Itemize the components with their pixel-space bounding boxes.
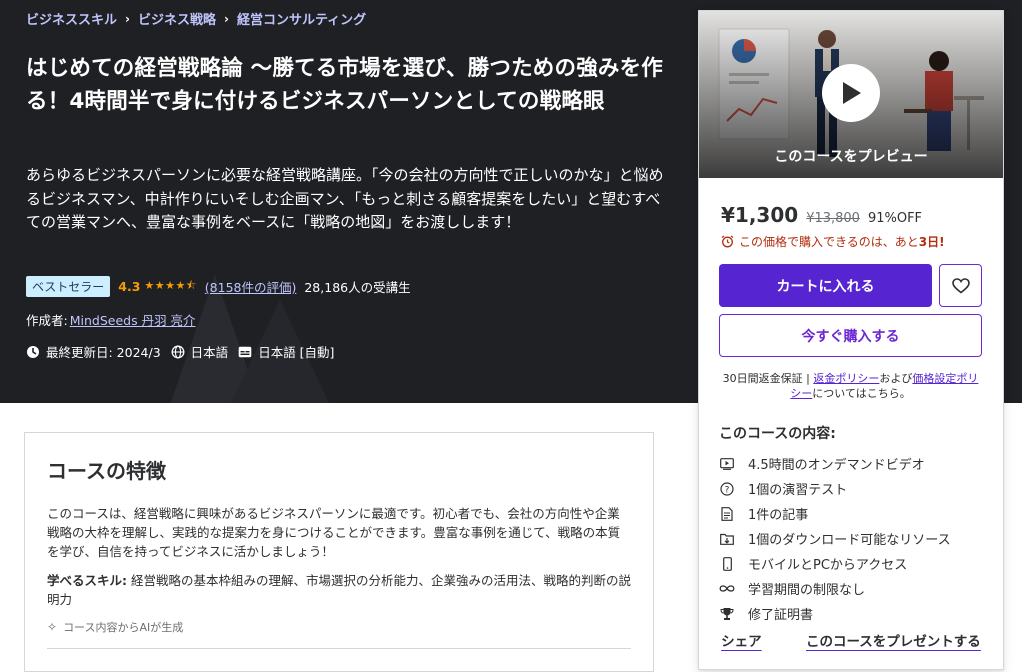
captions: 日本語 [自動] bbox=[238, 342, 334, 361]
list-item: ? 1個の演習テスト bbox=[719, 476, 951, 501]
course-title: はじめての経営戦略論 〜勝てる市場を選び、勝つための強みを作る！4時間半で身に付… bbox=[26, 56, 663, 114]
include-label: 修了証明書 bbox=[748, 608, 814, 623]
features-heading: コースの特徴 bbox=[47, 459, 166, 483]
trophy-icon bbox=[719, 606, 735, 622]
money-back-guarantee: 30日間返金保証 | 返金ポリシーおよび価格設定ポリシーについてはこちら。 bbox=[719, 371, 982, 401]
download-icon bbox=[719, 531, 735, 547]
skills-text: 経営戦略の基本枠組みの理解、市場選択の分析能力、企業強みの活用法、戦略的判断の説… bbox=[47, 573, 631, 607]
bestseller-badge: ベストセラー bbox=[26, 276, 111, 297]
refund-policy-link[interactable]: 返金ポリシー bbox=[813, 372, 879, 385]
guarantee-and-text: および bbox=[879, 372, 913, 385]
breadcrumb-item-business-strategy[interactable]: ビジネス戦略 bbox=[138, 9, 216, 28]
quiz-icon: ? bbox=[719, 481, 735, 497]
list-item: 1個のダウンロード可能なリソース bbox=[719, 526, 951, 551]
discount-percent: 91%OFF bbox=[867, 211, 923, 226]
timer-text: この価格で購入できるのは、あと bbox=[739, 235, 919, 249]
buy-now-button[interactable]: 今すぐ購入する bbox=[719, 314, 982, 357]
include-label: 1件の記事 bbox=[748, 508, 809, 523]
features-skills: 学べるスキル: 経営戦略の基本枠組みの理解、市場選択の分析能力、企業強みの活用法… bbox=[47, 571, 632, 609]
rating-row: ベストセラー 4.3 ★★★★⯪ (8158件の評価) 28,186人の受講生 bbox=[26, 276, 411, 297]
timer-days: 3日! bbox=[918, 235, 945, 249]
last-updated-text: 最終更新日: 2024/3 bbox=[46, 345, 161, 360]
include-label: モバイルとPCからアクセス bbox=[748, 558, 908, 573]
include-label: 学習期間の制限なし bbox=[748, 583, 866, 598]
rating-count-link[interactable]: (8158件の評価) bbox=[205, 277, 297, 296]
heart-icon bbox=[951, 277, 970, 294]
student-count: 28,186人の受講生 bbox=[304, 280, 411, 295]
author-row: 作成者: MindSeeds 丹羽 亮介 bbox=[26, 310, 196, 329]
skills-label: 学べるスキル: bbox=[47, 573, 127, 588]
globe-icon bbox=[171, 345, 185, 358]
list-item: 4.5時間のオンデマンドビデオ bbox=[719, 451, 951, 476]
current-price: ¥1,300 bbox=[721, 203, 799, 227]
author-label: 作成者: bbox=[26, 313, 68, 328]
price-row: ¥1,300 ¥13,800 91%OFF bbox=[721, 203, 922, 227]
add-to-cart-button[interactable]: カートに入れる bbox=[719, 264, 932, 307]
include-label: 4.5時間のオンデマンドビデオ bbox=[748, 458, 925, 473]
divider bbox=[47, 648, 631, 649]
infinity-icon bbox=[719, 581, 735, 597]
gift-course-button[interactable]: このコースをプレゼントする bbox=[806, 630, 981, 650]
alarm-clock-icon bbox=[721, 235, 734, 248]
chevron-right-icon: › bbox=[223, 11, 229, 26]
star-rating-icon: ★★★★⯪ bbox=[144, 279, 197, 292]
includes-heading: このコースの内容: bbox=[719, 426, 836, 442]
language-text: 日本語 bbox=[190, 345, 229, 360]
play-icon bbox=[843, 82, 861, 104]
guarantee-text: 30日間返金保証 | bbox=[722, 372, 814, 385]
svg-text:?: ? bbox=[725, 485, 730, 495]
includes-list: 4.5時間のオンデマンドビデオ ? 1個の演習テスト 1件の記事 1個のダウンロ… bbox=[719, 451, 951, 626]
ai-generated-note: ✧ コース内容からAIが生成 bbox=[47, 619, 631, 635]
price-timer: この価格で購入できるのは、あと 3日! bbox=[721, 233, 945, 250]
captions-text: 日本語 [自動] bbox=[258, 345, 335, 360]
closed-caption-icon bbox=[238, 346, 252, 357]
breadcrumb: ビジネススキル › ビジネス戦略 › 経営コンサルティング bbox=[26, 9, 366, 29]
share-button[interactable]: シェア bbox=[721, 630, 762, 650]
breadcrumb-item-management-consulting[interactable]: 経営コンサルティング bbox=[237, 9, 366, 28]
course-subtitle: あらゆるビジネスパーソンに必要な経営戦略講座。「今の会社の方向性で正しいのかな」… bbox=[26, 166, 664, 231]
list-item: 学習期間の制限なし bbox=[719, 576, 951, 601]
play-button[interactable] bbox=[822, 64, 880, 122]
chevron-right-icon: › bbox=[125, 11, 130, 26]
features-description: このコースは、経営戦略に興味があるビジネスパーソンに最適です。初心者でも、会社の… bbox=[47, 506, 621, 559]
card-footer-actions: シェア このコースをプレゼントする bbox=[699, 630, 1003, 650]
guarantee-suffix-text: についてはこちら。 bbox=[812, 387, 911, 400]
last-updated: 最終更新日: 2024/3 bbox=[26, 342, 161, 361]
list-item: モバイルとPCからアクセス bbox=[719, 551, 951, 576]
course-info-row: 最終更新日: 2024/3 日本語 日本語 [自動] bbox=[26, 342, 344, 361]
list-item: 修了証明書 bbox=[719, 601, 951, 626]
purchase-card: このコースをプレビュー ¥1,300 ¥13,800 91%OFF この価格で購… bbox=[698, 10, 1004, 670]
include-label: 1個のダウンロード可能なリソース bbox=[748, 533, 951, 548]
breadcrumb-item-business-skills[interactable]: ビジネススキル bbox=[26, 9, 117, 28]
mobile-icon bbox=[719, 556, 735, 572]
ai-note-text: コース内容からAIが生成 bbox=[63, 621, 184, 634]
language: 日本語 bbox=[171, 342, 229, 361]
course-preview[interactable]: このコースをプレビュー bbox=[699, 11, 1003, 178]
rating-value: 4.3 bbox=[118, 279, 141, 294]
include-label: 1個の演習テスト bbox=[748, 483, 848, 498]
author-link[interactable]: MindSeeds 丹羽 亮介 bbox=[70, 310, 196, 329]
course-features-box: コースの特徴 このコースは、経営戦略に興味があるビジネスパーソンに最適です。初心… bbox=[24, 432, 654, 672]
article-icon bbox=[719, 506, 735, 522]
list-item: 1件の記事 bbox=[719, 501, 951, 526]
new-badge-icon bbox=[27, 345, 39, 358]
original-price: ¥13,800 bbox=[806, 211, 860, 226]
wishlist-button[interactable] bbox=[939, 264, 982, 307]
preview-label: このコースをプレビュー bbox=[774, 149, 928, 165]
video-icon bbox=[719, 456, 735, 472]
sparkle-icon: ✧ bbox=[47, 620, 58, 634]
